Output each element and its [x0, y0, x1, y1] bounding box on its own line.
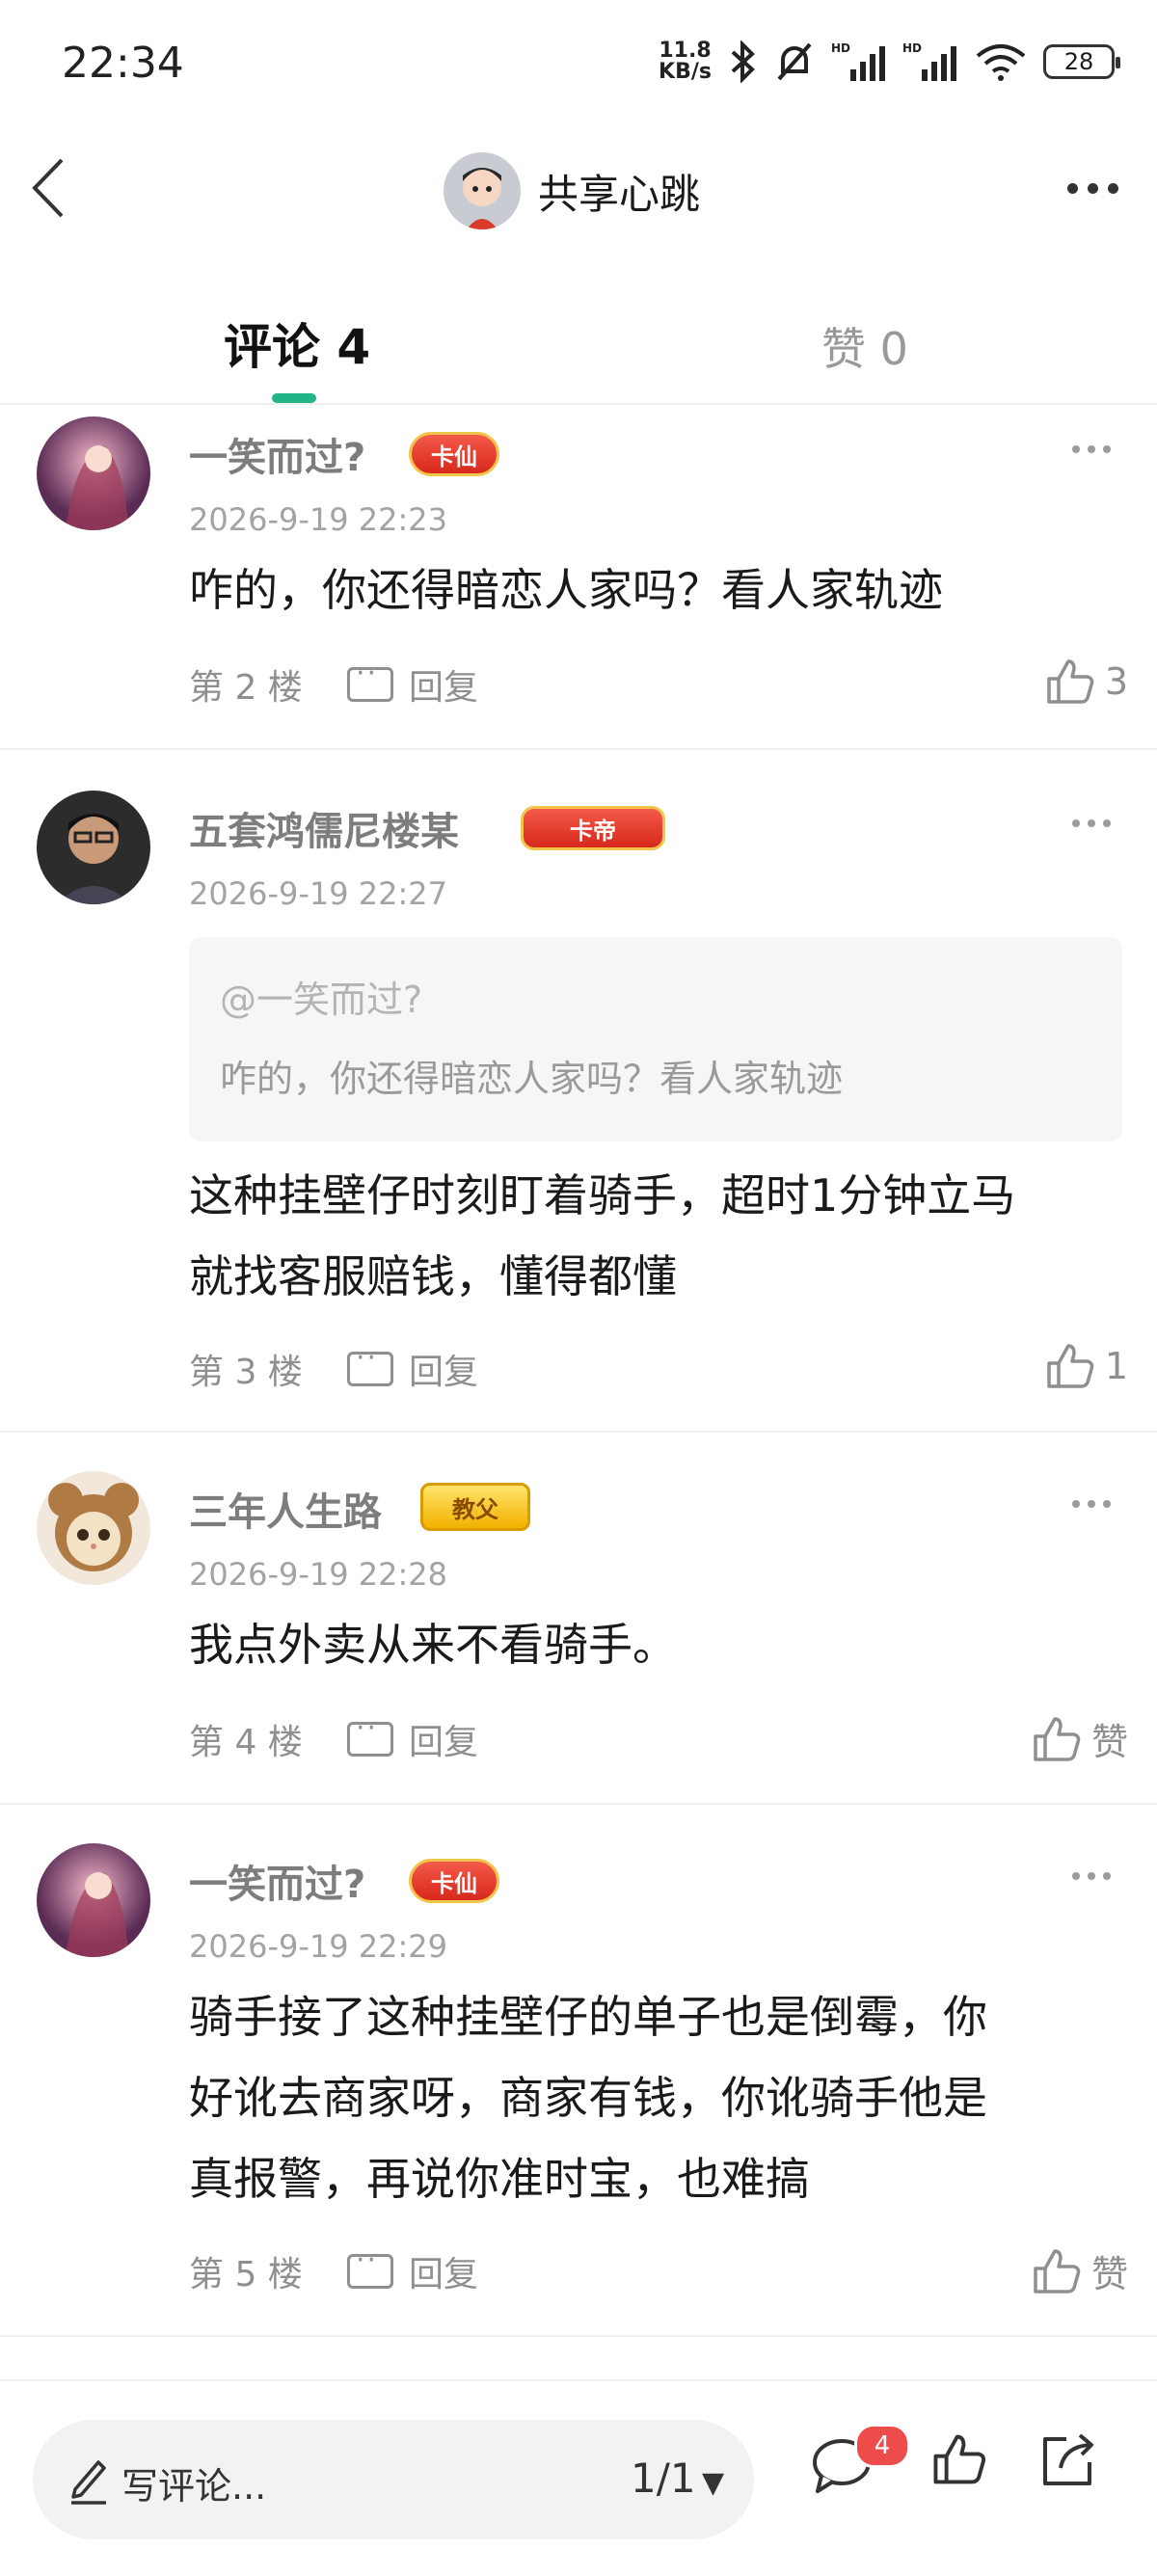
bluetooth-icon: [731, 40, 755, 83]
avatar[interactable]: [444, 152, 521, 229]
like-count: 1: [1104, 1345, 1128, 1387]
floor-number: 第 5 楼: [189, 2255, 303, 2294]
like-button[interactable]: 3: [1045, 657, 1128, 706]
divider: [0, 1431, 1157, 1433]
quoted-comment[interactable]: @一笑而过? 咋的，你还得暗恋人家吗？看人家轨迹: [189, 937, 1122, 1141]
avatar[interactable]: [37, 791, 150, 904]
reply-icon: [347, 2243, 393, 2289]
user-badge: 卡仙: [409, 1859, 499, 1903]
wifi-icon: [976, 44, 1026, 81]
tab-comments[interactable]: 评论 4: [224, 309, 370, 378]
reply-button[interactable]: 回复: [347, 2243, 479, 2296]
hd-signal-icon: HD: [831, 41, 885, 81]
user-badge: 卡帝: [521, 806, 665, 850]
svg-text:HD: HD: [902, 41, 922, 55]
comment-time: 2026-9-19 22:23: [189, 501, 447, 538]
comment-content: 我点外卖从来不看骑手。: [189, 1604, 1115, 1685]
reply-button[interactable]: 回复: [347, 1711, 479, 1764]
comment-content: 咋的，你还得暗恋人家吗？看人家轨迹: [189, 550, 1115, 631]
username[interactable]: 三年人生路: [189, 1481, 382, 1537]
back-arrow-icon[interactable]: [27, 154, 75, 222]
comment-line: 真报警，再说你准时宝，也难搞: [189, 2153, 810, 2205]
thumbs-up-icon[interactable]: [931, 2431, 987, 2487]
header-title: 共享心跳: [538, 170, 701, 218]
username[interactable]: 一笑而过?: [189, 426, 365, 482]
avatar[interactable]: [37, 1843, 150, 1957]
reply-label: 回复: [409, 1353, 479, 1392]
reply-icon: [347, 1711, 393, 1757]
battery-icon: 28: [1043, 44, 1120, 79]
tab-likes[interactable]: 赞 0: [821, 314, 908, 378]
floor-number: 第 4 楼: [189, 1723, 303, 1762]
reply-icon: [347, 1341, 393, 1386]
like-label: 赞: [1090, 1721, 1128, 1763]
share-icon[interactable]: [1039, 2429, 1099, 2489]
header-user[interactable]: 共享心跳: [444, 152, 700, 229]
thumbs-up-icon: [1034, 2248, 1081, 2294]
comment-time: 2026-9-19 22:29: [189, 1928, 447, 1965]
username[interactable]: 五套鸿儒尼楼某: [189, 800, 459, 856]
comment-line: 这种挂壁仔时刻盯着骑手，超时1分钟立马: [189, 1169, 1016, 1221]
mute-bell-icon: [777, 42, 812, 81]
comment-count-badge: 4: [854, 2424, 910, 2468]
avatar[interactable]: [37, 416, 150, 530]
comment-more-icon[interactable]: [1072, 445, 1111, 453]
comment-more-icon[interactable]: [1072, 1872, 1111, 1880]
reply-button[interactable]: 回复: [347, 657, 479, 710]
status-time: 22:34: [62, 39, 184, 88]
like-button[interactable]: 赞: [1032, 2244, 1128, 2297]
reply-button[interactable]: 回复: [347, 1341, 479, 1394]
divider: [0, 1803, 1157, 1805]
network-speed-unit: KB/s: [659, 60, 712, 84]
divider: [0, 748, 1157, 750]
more-dots-icon[interactable]: [1067, 183, 1118, 194]
reply-label: 回复: [409, 1723, 479, 1762]
comment-content: 骑手接了这种挂壁仔的单子也是倒霉，你 好讹去商家呀，商家有钱，你讹骑手他是 真报…: [189, 1976, 1115, 2219]
user-badge: 教父: [420, 1483, 530, 1531]
bottom-bar: 写评论... 1/1 ▼ 4: [0, 2379, 1157, 2576]
username[interactable]: 一笑而过?: [189, 1853, 365, 1909]
comment-line: 好讹去商家呀，商家有钱，你讹骑手他是: [189, 2072, 987, 2124]
status-icons: 11.8 KB/s HD HD 28: [659, 33, 1120, 91]
network-speed: 11.8 KB/s: [659, 40, 712, 83]
like-label: 赞: [1090, 2253, 1128, 2295]
comment-line: 咋的，你还得暗恋人家吗？看人家轨迹: [189, 564, 943, 616]
comment-line: 就找客服赔钱，懂得都懂: [189, 1250, 677, 1302]
comment-line: 骑手接了这种挂壁仔的单子也是倒霉，你: [189, 1991, 987, 2043]
svg-text:HD: HD: [831, 41, 850, 55]
quoted-text: 咋的，你还得暗恋人家吗？看人家轨迹: [220, 1058, 844, 1100]
like-count: 3: [1104, 660, 1128, 703]
comment-more-icon[interactable]: [1072, 819, 1111, 827]
comment-content: 这种挂壁仔时刻盯着骑手，超时1分钟立马 就找客服赔钱，懂得都懂: [189, 1155, 1115, 1317]
comment-time: 2026-9-19 22:28: [189, 1556, 447, 1593]
thumbs-up-icon: [1047, 1344, 1094, 1388]
comment-line: 我点外卖从来不看骑手。: [189, 1619, 677, 1671]
comment-more-icon[interactable]: [1072, 1500, 1111, 1508]
dropdown-caret-icon[interactable]: ▼: [702, 2466, 724, 2500]
quoted-username: @一笑而过?: [220, 979, 423, 1021]
thumbs-up-icon: [1034, 1716, 1081, 1761]
page-indicator[interactable]: 1/1: [631, 2455, 696, 2502]
divider: [0, 403, 1157, 405]
network-speed-value: 11.8: [659, 39, 712, 63]
pen-icon: [71, 2460, 106, 2505]
like-button[interactable]: 赞: [1032, 1712, 1128, 1765]
write-comment-input[interactable]: 写评论... 1/1 ▼: [33, 2420, 754, 2539]
divider: [0, 2335, 1157, 2337]
write-placeholder: 写评论...: [121, 2465, 267, 2508]
reply-label: 回复: [409, 2255, 479, 2294]
user-badge: 卡仙: [409, 432, 499, 476]
reply-icon: [347, 657, 393, 702]
thumbs-up-icon: [1047, 659, 1094, 704]
floor-number: 第 3 楼: [189, 1353, 303, 1392]
tab-active-indicator: [272, 393, 316, 403]
like-button[interactable]: 1: [1045, 1342, 1128, 1390]
floor-number: 第 2 楼: [189, 668, 303, 708]
comment-time: 2026-9-19 22:27: [189, 875, 447, 912]
avatar[interactable]: [37, 1471, 150, 1585]
reply-label: 回复: [409, 668, 479, 708]
hd-signal-icon: HD: [902, 41, 956, 81]
